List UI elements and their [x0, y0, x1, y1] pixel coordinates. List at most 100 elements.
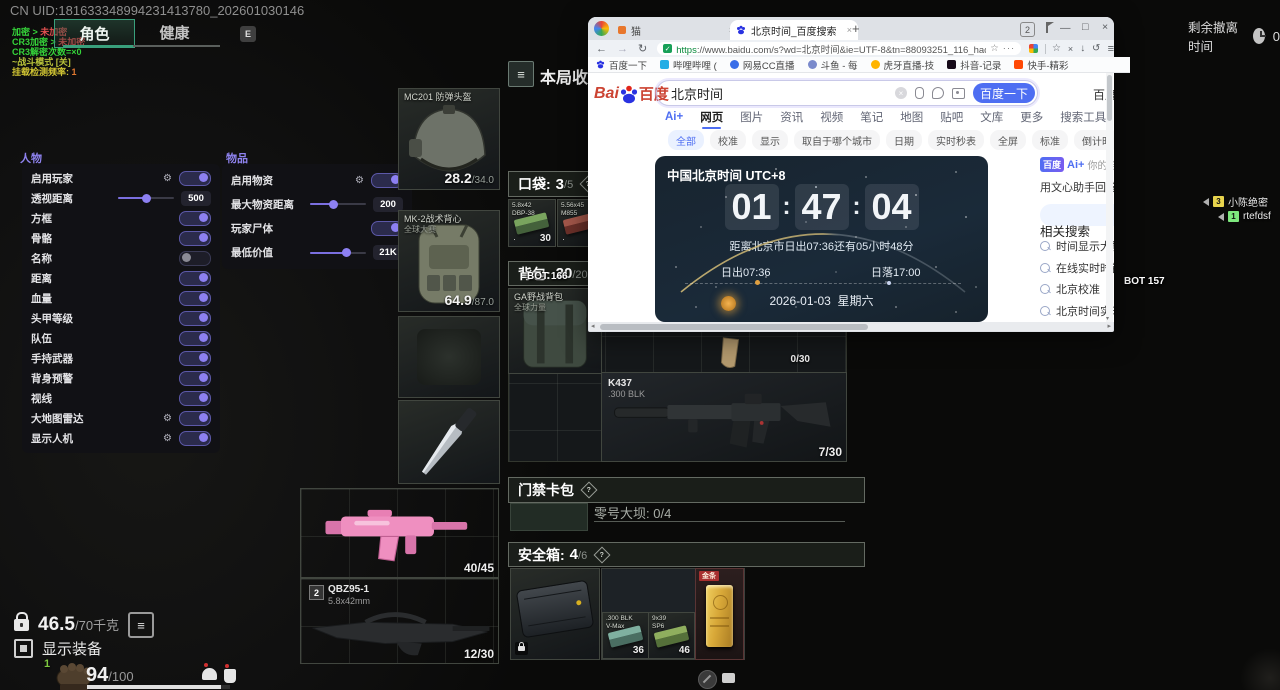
reload-button[interactable]: ↻: [638, 42, 647, 55]
show-gear-checkbox[interactable]: [14, 639, 33, 658]
weapon-slot-smg[interactable]: 40/45: [300, 488, 499, 578]
history-icon[interactable]: ↻: [1092, 43, 1100, 54]
distance-slider[interactable]: [310, 203, 366, 205]
nav-tab[interactable]: 搜索工具: [1060, 109, 1106, 125]
search-input[interactable]: [669, 85, 895, 102]
chip[interactable]: 显示: [752, 130, 788, 150]
equipment-slot-helmet[interactable]: MC201 防弹头盔 28.2/34.0: [398, 88, 500, 190]
nav-tab[interactable]: 图片: [740, 109, 763, 125]
browser-tab[interactable]: 猫 ×: [612, 20, 740, 40]
scrollbar-thumb[interactable]: [1107, 75, 1112, 121]
more-icon[interactable]: ···: [1003, 43, 1016, 54]
magazine-image[interactable]: [715, 334, 745, 372]
toggle[interactable]: [179, 371, 211, 386]
pocket-item-ammo[interactable]: 5.8x42DBP-38 · 30: [508, 199, 556, 247]
favorites-icon[interactable]: ☆: [1052, 43, 1061, 54]
scroll-left-icon[interactable]: ◂: [591, 322, 595, 330]
safe-item-ammo[interactable]: .300 BLKV-Max 36: [602, 612, 649, 659]
toggle[interactable]: [179, 431, 211, 446]
nav-tab[interactable]: 地图: [900, 109, 923, 125]
equipment-slot-vest[interactable]: MK-2战术背心 全球大赛 64.9/87.0: [398, 210, 500, 312]
safe-item-ammo[interactable]: 9x39SP6 46: [648, 612, 695, 659]
related-item[interactable]: 时间显示大屏: [1040, 238, 1114, 254]
nav-tab[interactable]: 资讯: [780, 109, 803, 125]
nav-tab-ai[interactable]: Ai+: [665, 111, 683, 123]
chip[interactable]: 全屏: [990, 130, 1026, 150]
new-tab-button[interactable]: +: [852, 21, 860, 36]
extension-count-badge[interactable]: 2: [1020, 22, 1035, 37]
search-button[interactable]: 百度一下: [973, 83, 1035, 103]
help-icon[interactable]: ?: [581, 482, 598, 499]
bookmark-item[interactable]: 网易CC直播: [730, 58, 795, 72]
chip[interactable]: 日期: [886, 130, 922, 150]
camera-icon[interactable]: [952, 88, 965, 99]
download-icon[interactable]: ↓: [1080, 43, 1085, 54]
chip[interactable]: 实时秒表: [928, 130, 984, 150]
backpack-item-k437[interactable]: K437 .300 BLK 7/30: [601, 372, 847, 462]
weapon-slot-qbz[interactable]: 2 QBZ95-1 5.8x42mm 12/30: [300, 578, 499, 664]
window-close-button[interactable]: ×: [1102, 21, 1108, 33]
nav-tab-web[interactable]: 网页: [700, 109, 723, 125]
screenshot-icon[interactable]: ×: [1068, 44, 1073, 54]
bookmark-item[interactable]: 斗鱼 - 每: [808, 58, 858, 72]
clear-icon[interactable]: ×: [895, 87, 907, 99]
bookmark-item[interactable]: 抖音-记录: [947, 58, 1001, 72]
nav-tab[interactable]: 笔记: [860, 109, 883, 125]
related-item[interactable]: 北京校准: [1040, 281, 1114, 297]
safe-item-gold[interactable]: 金条: [695, 568, 744, 660]
toggle[interactable]: [179, 331, 211, 346]
toggle[interactable]: [179, 211, 211, 226]
tab-character[interactable]: 角色: [54, 19, 135, 48]
attachment-icon[interactable]: [932, 87, 944, 99]
equipment-slot-empty[interactable]: [398, 316, 500, 398]
gear-icon[interactable]: ⚙: [163, 173, 172, 184]
nav-tab[interactable]: 视频: [820, 109, 843, 125]
toggle[interactable]: [179, 411, 211, 426]
nav-tab[interactable]: 更多: [1020, 109, 1043, 125]
voice-mute-icon[interactable]: [698, 670, 717, 689]
mic-icon[interactable]: [915, 87, 924, 99]
minimize-button[interactable]: —: [1060, 22, 1071, 34]
browser-tab-active[interactable]: 北京时间_百度搜索 ×: [730, 20, 858, 40]
bookmark-item[interactable]: 虎牙直播-技: [871, 58, 935, 72]
bookmark-item[interactable]: 哔哩哔哩 (: [660, 58, 717, 72]
distance-slider[interactable]: [118, 197, 174, 199]
bookmark-item[interactable]: 百度一下: [596, 58, 647, 72]
bookmark-star-icon[interactable]: ☆: [990, 43, 999, 54]
value-slider[interactable]: [310, 252, 366, 254]
gear-icon[interactable]: ⚙: [163, 413, 172, 424]
toggle[interactable]: [179, 271, 211, 286]
chip[interactable]: 标准: [1032, 130, 1068, 150]
safe-box-item[interactable]: [510, 568, 600, 660]
related-item[interactable]: 北京时间实时显示: [1040, 303, 1114, 319]
forward-button[interactable]: →: [617, 43, 628, 55]
loot-list-icon[interactable]: ≡: [508, 61, 534, 87]
browser-logo-icon[interactable]: [594, 21, 609, 36]
nav-tab[interactable]: 贴吧: [940, 109, 963, 125]
scroll-down-icon[interactable]: ▾: [1106, 315, 1109, 322]
tab-health[interactable]: 健康: [135, 19, 214, 46]
back-button[interactable]: ←: [596, 43, 607, 55]
toggle[interactable]: [179, 351, 211, 366]
chip[interactable]: 校准: [710, 130, 746, 150]
gear-icon[interactable]: ⚙: [163, 433, 172, 444]
flag-icon[interactable]: [1046, 22, 1054, 33]
toggle[interactable]: [179, 171, 211, 186]
bookmark-item[interactable]: 快手-精彩: [1014, 58, 1068, 72]
toggle[interactable]: [179, 251, 211, 266]
equipment-slot-knife[interactable]: [398, 400, 500, 484]
toggle[interactable]: [179, 391, 211, 406]
toggle[interactable]: [179, 291, 211, 306]
horizontal-scrollbar[interactable]: ◂ ▸: [589, 322, 1113, 331]
device-icon[interactable]: [722, 673, 735, 683]
related-item[interactable]: 在线实时时钟: [1040, 260, 1114, 276]
scrollbar-thumb[interactable]: [600, 324, 868, 330]
gear-icon[interactable]: ⚙: [355, 175, 364, 186]
keycard-slot[interactable]: [510, 503, 588, 531]
toggle[interactable]: [179, 231, 211, 246]
apps-grid-icon[interactable]: [1029, 44, 1038, 53]
scroll-right-icon[interactable]: ▸: [1107, 322, 1111, 330]
menu-icon[interactable]: ≡: [1108, 43, 1114, 55]
nav-tab[interactable]: 文库: [980, 109, 1003, 125]
chip[interactable]: 取自于哪个城市: [794, 130, 880, 150]
